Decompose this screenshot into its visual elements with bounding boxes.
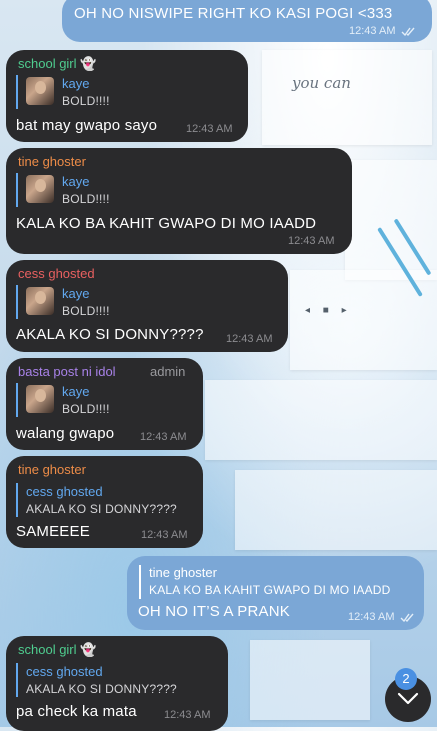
message-time: 12:43 AM	[288, 235, 335, 247]
message-time: 12:43 AM	[141, 529, 188, 541]
wallpaper-paper	[250, 640, 370, 720]
reply-text: KALA KO BA KAHIT GWAPO DI MO IAADD	[149, 583, 391, 597]
message-text: KALA KO BA KAHIT GWAPO DI MO IAADD	[16, 215, 317, 232]
read-checkmark-icon	[400, 613, 414, 622]
reply-thumbnail	[26, 385, 54, 413]
reply-author: cess ghosted	[26, 484, 103, 499]
message-time: 12:43 AM	[348, 611, 395, 623]
message-sender[interactable]: cess ghosted	[18, 266, 95, 281]
message-bubble-incoming[interactable]: school girl 👻 cess ghosted AKALA KO SI D…	[6, 636, 228, 731]
message-bubble-outgoing[interactable]: OH NO NISWIPE RIGHT KO KASI POGI <333 12…	[62, 0, 432, 42]
message-text: OH NO NISWIPE RIGHT KO KASI POGI <333	[74, 5, 393, 22]
message-text: bat may gwapo sayo	[16, 117, 158, 134]
reply-text: BOLD!!!!	[62, 94, 110, 108]
reply-preview[interactable]: kaye BOLD!!!!	[16, 75, 236, 109]
message-sender[interactable]: school girl 👻	[18, 642, 96, 658]
reply-thumbnail	[26, 287, 54, 315]
message-bubble-outgoing[interactable]: tine ghoster KALA KO BA KAHIT GWAPO DI M…	[127, 556, 424, 630]
message-sender[interactable]: tine ghoster	[18, 154, 86, 169]
message-text: walang gwapo	[16, 425, 115, 442]
message-time: 12:43 AM	[164, 709, 211, 721]
message-bubble-incoming[interactable]: tine ghoster cess ghosted AKALA KO SI DO…	[6, 456, 203, 548]
reply-preview[interactable]: tine ghoster KALA KO BA KAHIT GWAPO DI M…	[139, 565, 414, 599]
message-bubble-incoming[interactable]: basta post ni idol admin kaye BOLD!!!! w…	[6, 358, 203, 450]
message-text: AKALA KO SI DONNY????	[16, 326, 204, 343]
message-sender[interactable]: school girl 👻	[18, 56, 96, 72]
message-sender[interactable]: basta post ni idol	[18, 364, 116, 379]
wallpaper-paper	[262, 50, 432, 145]
reply-author: kaye	[62, 286, 90, 301]
message-text: pa check ka mata	[16, 703, 137, 720]
reply-preview[interactable]: kaye BOLD!!!!	[16, 383, 191, 417]
wallpaper-dots: ◂ ■ ▸	[305, 305, 352, 316]
message-sender[interactable]: tine ghoster	[18, 462, 86, 477]
reply-thumbnail	[26, 175, 54, 203]
reply-text: BOLD!!!!	[62, 192, 110, 206]
reply-author: cess ghosted	[26, 664, 103, 679]
admin-badge: admin	[150, 364, 186, 379]
message-bubble-incoming[interactable]: school girl 👻 kaye BOLD!!!! bat may gwap…	[6, 50, 248, 142]
message-bubble-incoming[interactable]: cess ghosted kaye BOLD!!!! AKALA KO SI D…	[6, 260, 288, 352]
reply-author: kaye	[62, 174, 90, 189]
reply-preview[interactable]: cess ghosted AKALA KO SI DONNY????	[16, 483, 196, 517]
reply-preview[interactable]: kaye BOLD!!!!	[16, 173, 236, 207]
message-text: SAMEEEE	[16, 523, 90, 540]
reply-author: kaye	[62, 384, 90, 399]
wallpaper-paper	[205, 380, 437, 460]
chevron-down-icon	[397, 692, 419, 705]
unread-count-badge: 2	[395, 668, 417, 690]
reply-author: kaye	[62, 76, 90, 91]
message-time: 12:43 AM	[140, 431, 187, 443]
reply-thumbnail	[26, 77, 54, 105]
message-time: 12:43 AM	[226, 333, 273, 345]
reply-text: BOLD!!!!	[62, 304, 110, 318]
reply-text: AKALA KO SI DONNY????	[26, 502, 177, 516]
reply-preview[interactable]: kaye BOLD!!!!	[16, 285, 236, 319]
reply-text: BOLD!!!!	[62, 402, 110, 416]
message-time: 12:43 AM	[186, 123, 233, 135]
message-text: OH NO IT’S A PRANK	[138, 603, 290, 620]
message-time: 12:43 AM	[349, 25, 396, 37]
reply-text: AKALA KO SI DONNY????	[26, 682, 177, 696]
message-bubble-incoming[interactable]: tine ghoster kaye BOLD!!!! KALA KO BA KA…	[6, 148, 352, 254]
wallpaper-paper	[235, 470, 437, 550]
wallpaper-handwriting: you can	[292, 74, 351, 92]
read-checkmark-icon	[401, 27, 415, 36]
reply-author: tine ghoster	[149, 565, 217, 580]
reply-preview[interactable]: cess ghosted AKALA KO SI DONNY????	[16, 663, 201, 697]
